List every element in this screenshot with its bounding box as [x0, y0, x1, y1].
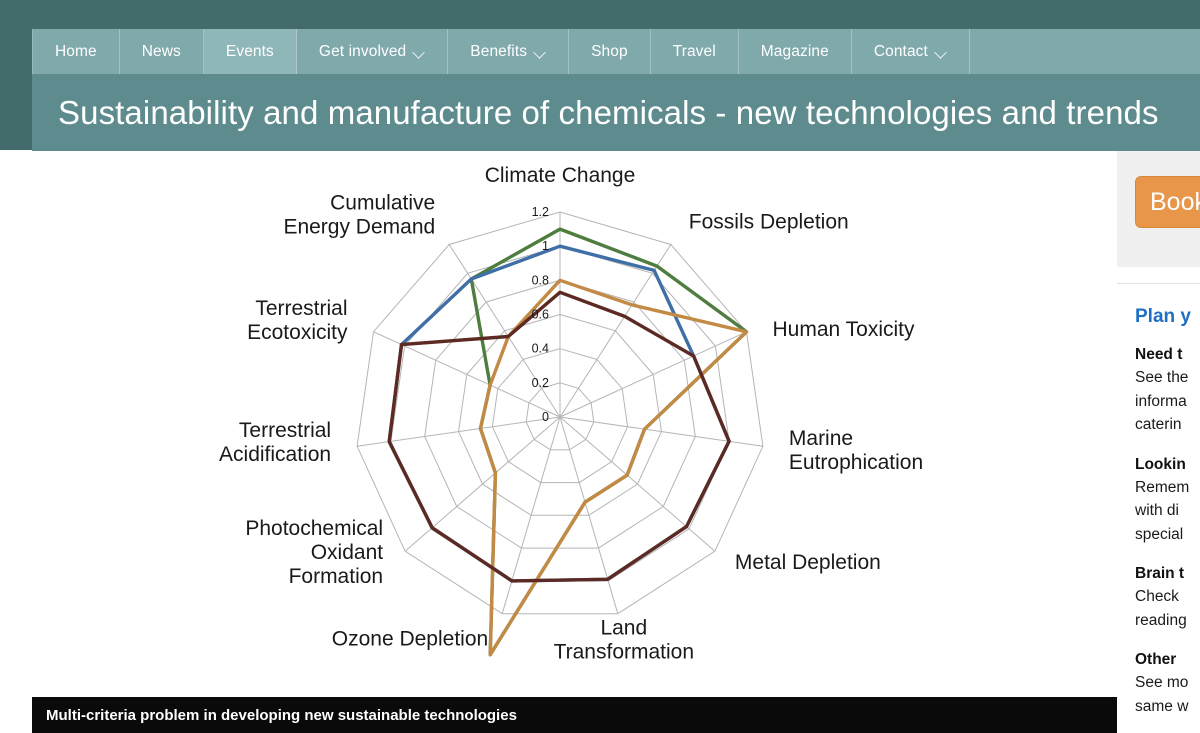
- nav-item-label: Benefits: [470, 42, 528, 60]
- nav-item-label: News: [141, 42, 181, 60]
- radar-rtick-label: 0.6: [532, 308, 549, 322]
- nav-item-label: Home: [55, 42, 97, 60]
- radar-category-label-land-transformation: Land Transformation: [554, 617, 694, 664]
- radar-category-label-terrestrial-acidification: Terrestrial Acidification: [219, 419, 331, 466]
- radar-rtick-label: 1: [542, 239, 549, 253]
- nav-item-label: Contact: [873, 42, 928, 60]
- chevron-down-icon: [414, 48, 425, 55]
- figure-caption-text: Multi-criteria problem in developing new…: [46, 706, 517, 724]
- sidebar-block-list: Need t See the informa caterin Lookin Remem wi…: [1135, 346, 1200, 718]
- chevron-down-icon: [936, 48, 947, 55]
- radar-category-label-ozone-depletion: Ozone Depletion: [332, 628, 488, 651]
- radar-spoke: [559, 416, 763, 447]
- sidebar-block: Lookin Remem with di special: [1135, 456, 1200, 547]
- figure-caption-bar: Multi-criteria problem in developing new…: [32, 697, 1117, 733]
- nav-item-news[interactable]: News: [120, 29, 204, 74]
- radar-rtick-label: 0.2: [532, 376, 549, 390]
- radar-category-label-climate-change: Climate Change: [485, 164, 636, 187]
- main-content: 0 0.2 0.4 0.6 0.8 1 1.2 Climate Change Fossils …: [0, 151, 1117, 733]
- nav-item-label: Travel: [672, 42, 716, 60]
- sidebar-cta-area: Book: [1117, 151, 1200, 267]
- nav-item-label: Shop: [591, 42, 628, 60]
- sidebar-block-line: Check: [1135, 588, 1179, 606]
- sidebar-block-heading: Other: [1135, 651, 1177, 669]
- nav-item-benefits[interactable]: Benefits: [448, 29, 570, 74]
- sidebar-link[interactable]: See mo: [1135, 671, 1200, 695]
- sidebar-block-line: with di: [1135, 502, 1179, 520]
- sidebar-block-heading: Lookin: [1135, 455, 1186, 473]
- sidebar-block-line: informa: [1135, 392, 1187, 410]
- radar-category-labels: Climate Change Fossils Depletion Human Tox…: [219, 164, 923, 664]
- radar-rtick-label: 0.4: [532, 342, 549, 356]
- sidebar-card-title: Plan y: [1135, 306, 1191, 327]
- radar-category-label-metal-depletion: Metal Depletion: [735, 551, 881, 574]
- sidebar-block-line: Remem: [1135, 478, 1190, 496]
- radar-rtick-label: 0.8: [532, 273, 549, 287]
- nav-item-shop[interactable]: Shop: [569, 29, 651, 74]
- nav-item-label: Get involved: [318, 42, 407, 60]
- nav-item-travel[interactable]: Travel: [651, 29, 739, 74]
- nav-item-label: Events: [225, 42, 274, 60]
- radar-category-label-human-toxicity: Human Toxicity: [773, 318, 915, 341]
- radar-rtick-label: 1.2: [532, 205, 549, 219]
- nav-item-home[interactable]: Home: [32, 29, 120, 74]
- sidebar-block: Brain t Check reading: [1135, 565, 1200, 632]
- nav-item-events[interactable]: Events: [203, 29, 297, 74]
- radar-category-label-terrestrial-ecotoxicity: Terrestrial Ecotoxicity: [247, 297, 348, 344]
- radar-category-label-marine-eutrophication: Marine Eutrophication: [789, 427, 923, 474]
- radar-category-label-fossils-depletion: Fossils Depletion: [689, 211, 849, 234]
- right-sidebar: Book Plan y Need t See the informa caterin L…: [1117, 151, 1200, 733]
- sidebar-block: Other See mo same w: [1135, 651, 1200, 718]
- chevron-down-icon: [535, 48, 546, 55]
- sidebar-block-line: reading: [1135, 611, 1187, 629]
- radar-category-label-photochemical-oxidant-formation: Photochemical Oxidant Formation: [245, 517, 383, 588]
- sidebar-block-line: caterin: [1135, 416, 1182, 434]
- sidebar-block-line: same w: [1135, 697, 1189, 715]
- radar-series-series-brown: [387, 290, 731, 583]
- sidebar-block-line: See the: [1135, 369, 1189, 386]
- nav-item-label: Magazine: [760, 42, 829, 60]
- radar-series-series-green: [469, 227, 749, 657]
- radar-category-label-cumulative-energy-demand: Cumulative Energy Demand: [283, 192, 435, 239]
- radar-spoke: [448, 244, 561, 418]
- sidebar-block: Need t See the informa caterin: [1135, 346, 1200, 437]
- nav-item-contact[interactable]: Contact: [852, 29, 970, 74]
- page-title: Sustainability and manufacture of chemic…: [58, 93, 1159, 131]
- sidebar-link[interactable]: special: [1135, 523, 1200, 547]
- radar-spoke: [559, 331, 747, 418]
- sidebar-block-heading: Need t: [1135, 346, 1183, 363]
- radar-spokes: [357, 212, 763, 614]
- radar-rtick-label: 0: [542, 410, 549, 424]
- nav-item-get-involved[interactable]: Get involved: [297, 29, 449, 74]
- nav-item-magazine[interactable]: Magazine: [739, 29, 852, 74]
- sidebar-info-card: Plan y Need t See the informa caterin Lookin…: [1117, 283, 1200, 733]
- page-title-banner: Sustainability and manufacture of chemic…: [32, 74, 1200, 151]
- book-button[interactable]: Book: [1135, 176, 1200, 228]
- nav-item-list: Home News Events Get involved Benefits Shop Tr…: [32, 29, 970, 74]
- page-root: Home News Events Get involved Benefits Shop Tr…: [0, 0, 1200, 733]
- radar-spoke: [559, 416, 716, 552]
- sidebar-block-heading: Brain t: [1135, 565, 1185, 583]
- main-navigation[interactable]: Home News Events Get involved Benefits Shop Tr…: [32, 29, 1200, 74]
- radar-chart-figure: 0 0.2 0.4 0.6 0.8 1 1.2 Climate Change Fossils …: [32, 151, 1117, 697]
- radar-chart-svg: 0 0.2 0.4 0.6 0.8 1 1.2 Climate Change Fossils …: [219, 164, 923, 664]
